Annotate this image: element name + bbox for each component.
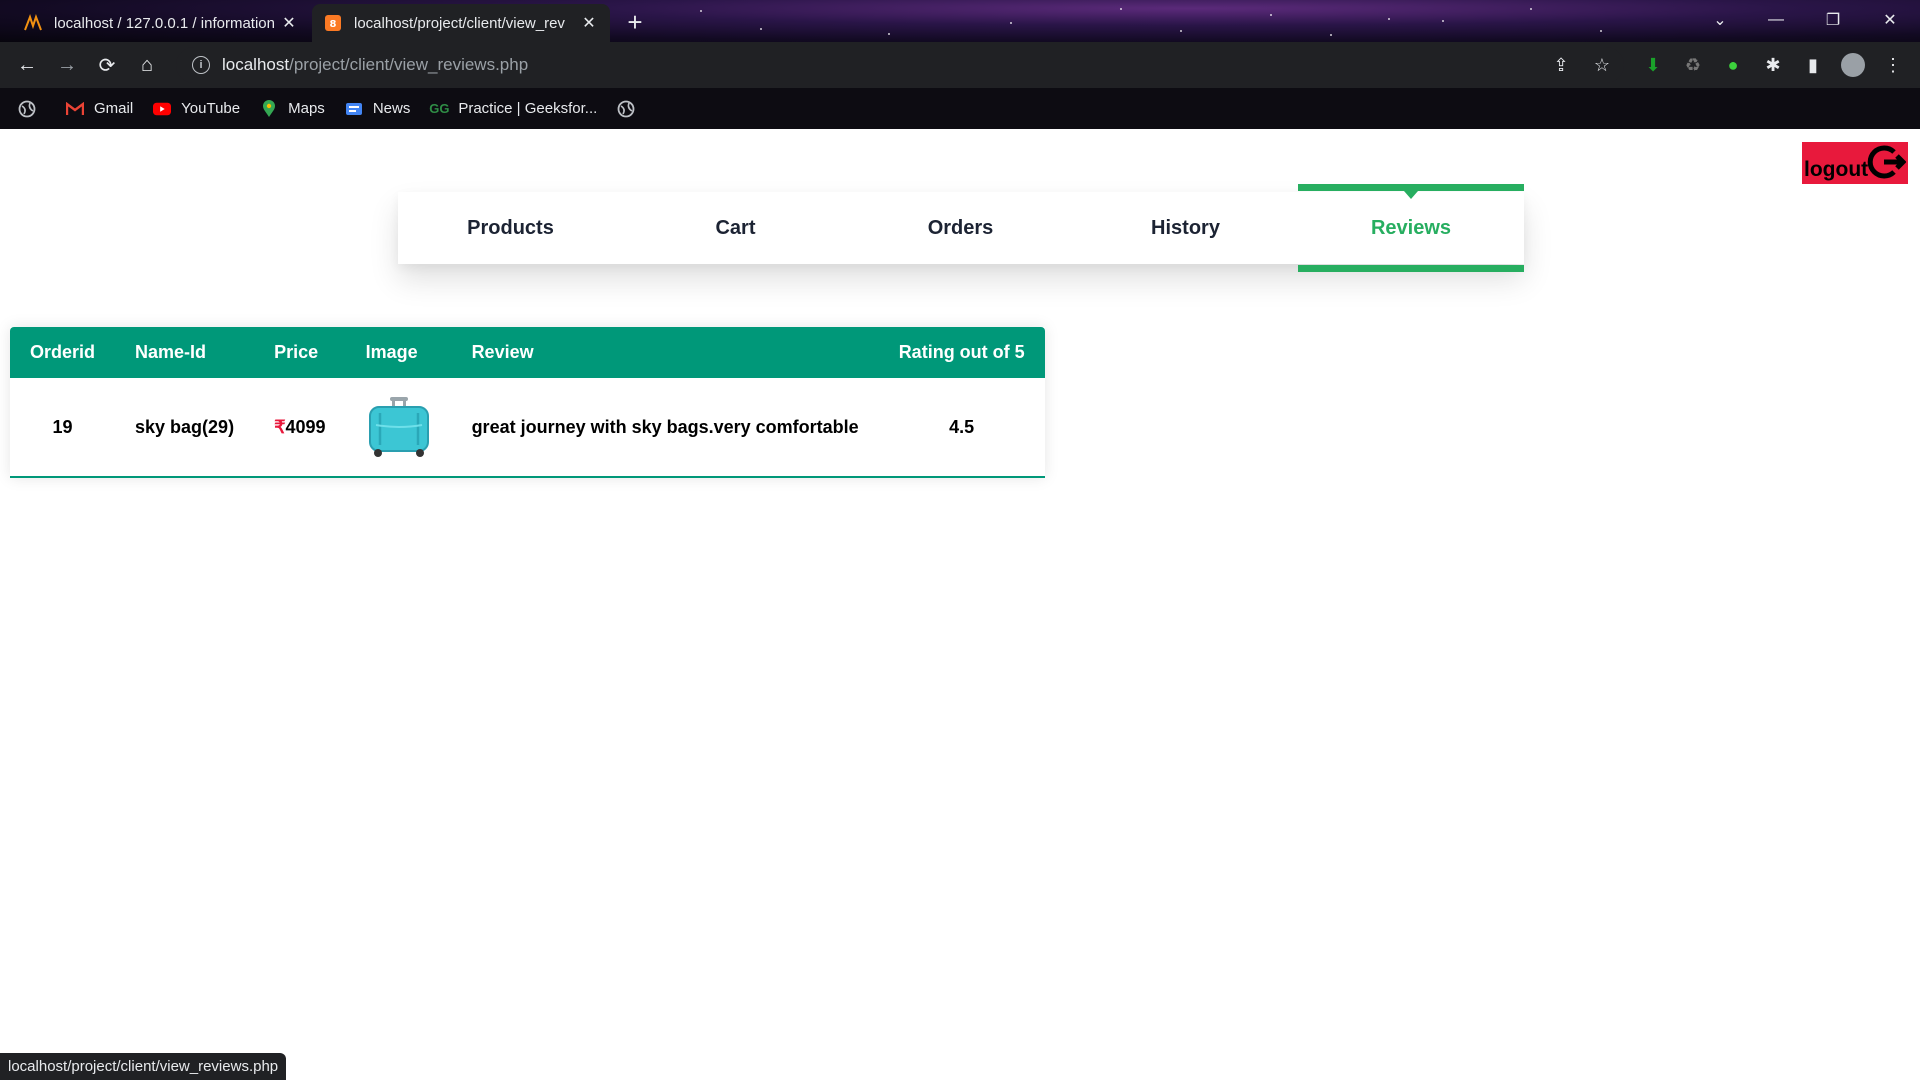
close-icon[interactable]: ✕	[580, 13, 598, 33]
bookmark-apps[interactable]	[18, 100, 46, 118]
nav-products[interactable]: Products	[398, 192, 623, 264]
bookmark-geeksforgeeks[interactable]: GG Practice | Geeksfor...	[429, 100, 598, 118]
svg-text:8: 8	[330, 19, 337, 30]
minimize-icon[interactable]: —	[1748, 0, 1804, 40]
share-icon[interactable]: ⇪	[1548, 52, 1574, 78]
restore-icon[interactable]: ❐	[1805, 0, 1861, 40]
active-underline	[1298, 265, 1524, 272]
cell-orderid: 19	[10, 378, 116, 478]
bookmark-label: Practice | Geeksfor...	[458, 100, 598, 117]
bookmark-label: News	[372, 100, 411, 117]
globe-icon	[18, 100, 36, 118]
table-header-row: Orderid Name-Id Price Image Review Ratin…	[10, 327, 1045, 378]
price-value: 4099	[285, 416, 326, 437]
bookmark-label: Maps	[288, 100, 325, 117]
new-tab-button[interactable]: +	[620, 8, 650, 38]
bookmark-star-icon[interactable]: ☆	[1589, 52, 1615, 78]
xampp-icon: 8	[324, 14, 342, 32]
close-icon[interactable]: ✕	[280, 13, 298, 33]
tab-search-chevron-icon[interactable]: ⌄	[1692, 0, 1748, 40]
home-icon[interactable]: ⌂	[132, 50, 162, 80]
site-info-icon[interactable]: i	[192, 56, 210, 74]
recycle-extension-icon[interactable]: ♻	[1680, 52, 1706, 78]
tab-title: localhost / 127.0.0.1 / information	[54, 14, 275, 32]
logout-label: logout	[1804, 158, 1869, 181]
profile-avatar[interactable]	[1840, 52, 1866, 78]
puzzle-extensions-icon[interactable]: ✱	[1760, 52, 1786, 78]
table-row: 19 sky bag(29) ₹4099 great journey with …	[10, 378, 1045, 478]
tab-view-reviews[interactable]: 8 localhost/project/client/view_rev ✕	[312, 4, 610, 42]
reload-icon[interactable]: ⟳	[92, 50, 122, 80]
status-bar-url: localhost/project/client/view_reviews.ph…	[0, 1053, 287, 1080]
tab-title: localhost/project/client/view_rev	[354, 14, 565, 32]
address-bar[interactable]: i localhost/project/client/view_reviews.…	[176, 47, 1624, 83]
bookmark-gmail[interactable]: Gmail	[66, 100, 133, 118]
window-close-icon[interactable]: ✕	[1862, 0, 1918, 40]
col-name-id: Name-Id	[135, 342, 207, 362]
bookmark-maps[interactable]: Maps	[260, 99, 325, 118]
browser-tab-strip: localhost / 127.0.0.1 / information ✕ 8 …	[0, 0, 1920, 42]
cell-review: great journey with sky bags.very comfort…	[451, 378, 879, 478]
forward-arrow-icon[interactable]: →	[52, 50, 82, 80]
gmail-icon	[66, 100, 84, 118]
col-review: Review	[471, 342, 534, 362]
logout-button[interactable]: logout	[1802, 142, 1908, 184]
bookmarks-bar: Gmail YouTube Maps News GG Practice | Ge…	[0, 88, 1920, 129]
nav-reviews-label: Reviews	[1370, 216, 1452, 239]
bookmark-label: Gmail	[94, 100, 134, 117]
phpmyadmin-icon	[24, 14, 42, 32]
news-icon	[345, 100, 363, 118]
menu-kebab-icon[interactable]: ⋮	[1880, 52, 1906, 78]
bookmark-globe[interactable]	[617, 100, 645, 118]
geeksforgeeks-icon: GG	[429, 101, 450, 116]
cell-image	[345, 378, 452, 478]
download-extension-icon[interactable]: ⬇	[1640, 52, 1666, 78]
bookmark-youtube[interactable]: YouTube	[153, 100, 240, 118]
reviews-table: Orderid Name-Id Price Image Review Ratin…	[10, 327, 1045, 478]
tab-phpmyadmin[interactable]: localhost / 127.0.0.1 / information ✕	[12, 4, 310, 42]
back-arrow-icon[interactable]: ←	[12, 50, 42, 80]
globe-icon	[617, 100, 635, 118]
rupee-symbol: ₹	[274, 416, 286, 437]
bookmark-label: YouTube	[181, 100, 241, 117]
maps-icon	[260, 99, 278, 118]
address-url: localhost/project/client/view_reviews.ph…	[222, 55, 529, 74]
main-nav: Products Cart Orders History Reviews	[398, 184, 1524, 272]
cell-rating: 4.5	[878, 378, 1045, 478]
youtube-icon	[153, 100, 172, 118]
cell-name-id: sky bag(29)	[115, 378, 255, 478]
nav-reviews[interactable]: Reviews	[1298, 184, 1524, 272]
nav-orders[interactable]: Orders	[848, 192, 1073, 264]
logout-icon	[1866, 142, 1907, 182]
col-price: Price	[274, 342, 319, 362]
cell-price: ₹4099	[254, 378, 346, 478]
nav-history[interactable]: History	[1073, 192, 1298, 264]
col-orderid: Orderid	[30, 342, 96, 362]
bookmark-news[interactable]: News	[345, 100, 411, 118]
extension-icon[interactable]: ●	[1720, 52, 1746, 78]
side-panel-icon[interactable]: ▮	[1800, 52, 1826, 78]
col-image: Image	[365, 342, 418, 362]
browser-toolbar: ← → ⟳ ⌂ i localhost/project/client/view_…	[0, 42, 1920, 88]
nav-cart[interactable]: Cart	[623, 192, 848, 264]
col-rating: Rating out of 5	[898, 342, 1025, 362]
product-image	[368, 397, 429, 457]
